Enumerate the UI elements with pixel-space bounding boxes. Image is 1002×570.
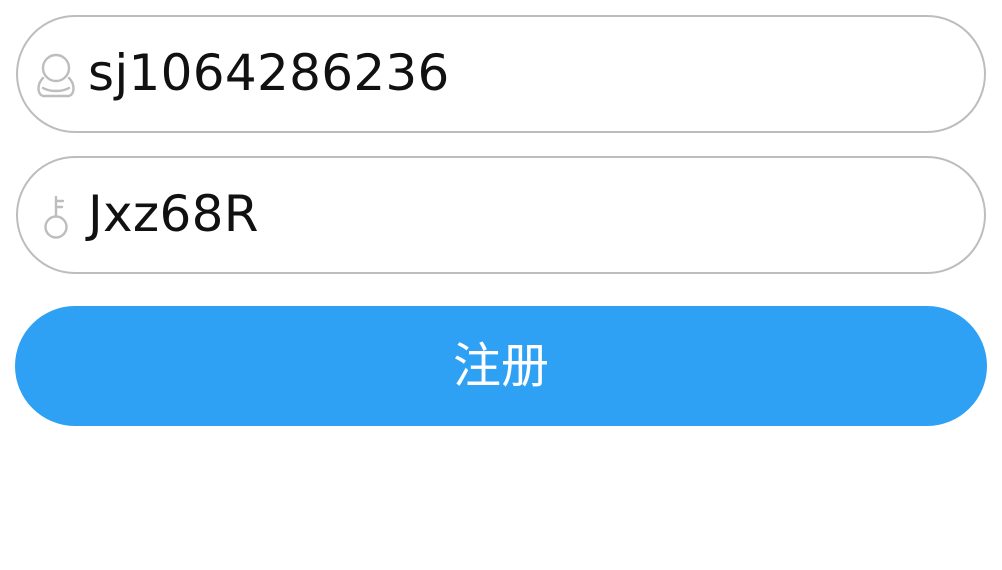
username-field[interactable]: sj1064286236 (16, 15, 986, 133)
user-icon (34, 52, 78, 100)
password-value[interactable]: Jxz68R (88, 158, 259, 271)
username-value[interactable]: sj1064286236 (88, 17, 450, 130)
key-icon (34, 193, 78, 241)
password-field[interactable]: Jxz68R (16, 156, 986, 274)
register-button[interactable]: 注册 (15, 306, 987, 426)
